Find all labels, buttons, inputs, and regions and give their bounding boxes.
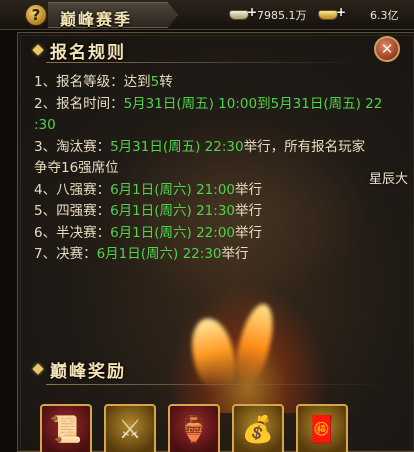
reward-item[interactable]: 📜: [40, 404, 92, 452]
page-title: 巅峰赛季: [60, 10, 133, 29]
rule-line: :30: [34, 115, 394, 137]
reward-item[interactable]: ⚔: [104, 404, 156, 452]
rule-line: 争夺16强席位: [34, 158, 394, 180]
close-icon: ✕: [380, 40, 394, 58]
rule-line: 3、淘汰赛：5月31日(周五) 22:30举行，所有报名玩家: [34, 137, 394, 159]
rule-highlight: 6月1日(周六) 21:00: [110, 181, 236, 198]
close-button[interactable]: ✕: [374, 36, 400, 62]
reward-items: 📜 ⚔ 🏺 💰 🧧: [40, 404, 348, 452]
rule-highlight: 6月1日(周六) 22:00: [110, 224, 236, 241]
gold-resource[interactable]: + 6.3亿: [316, 5, 399, 24]
rule-text: 争夺16强席位: [34, 160, 119, 176]
divider: [46, 384, 386, 385]
rule-text: 举行: [235, 224, 263, 241]
rule-text: 转: [159, 74, 173, 90]
treasure-chest-icon: 🏺: [177, 415, 211, 445]
help-button[interactable]: ?: [25, 4, 47, 26]
rule-text: 7、决赛：: [34, 246, 97, 262]
rule-text: 5、四强赛：: [34, 203, 111, 219]
rule-text: 1、报名等级：达到: [34, 74, 151, 90]
top-bar: ? 巅峰赛季 + 7985.1万 + 6.3亿: [0, 0, 414, 30]
rule-line: 6、半决赛：6月1日(周六) 22:00举行: [34, 223, 394, 245]
rule-highlight: 6月1日(周六) 21:30: [110, 203, 236, 219]
rule-text: 3、淘汰赛：: [34, 138, 111, 155]
rule-text: 4、八强赛：: [34, 181, 111, 198]
rule-highlight: :30: [34, 117, 56, 133]
scroll-icon: 📜: [49, 415, 83, 445]
rules-section-title: 报名规则: [50, 42, 126, 63]
rule-text: 2、报名时间：: [34, 95, 124, 112]
rule-text: 举行: [221, 246, 249, 262]
rule-highlight: 5: [150, 74, 160, 90]
talisman-icon: 🧧: [305, 415, 339, 445]
rule-text: 6、半决赛：: [34, 224, 111, 241]
reward-item[interactable]: 🧧: [296, 404, 348, 452]
diamond-icon: [32, 44, 44, 56]
rule-highlight: 6月1日(周六) 22:30: [96, 246, 222, 262]
rule-highlight: 5月31日(周五) 10:00到5月31日(周五) 22: [123, 95, 383, 112]
rule-line: 1、报名等级：达到5转: [34, 72, 394, 94]
rule-line: 2、报名时间：5月31日(周五) 10:00到5月31日(周五) 22: [34, 94, 394, 116]
money-bag-icon: 💰: [241, 415, 275, 445]
reward-item[interactable]: 💰: [232, 404, 284, 452]
rule-line: 4、八强赛：6月1日(周六) 21:00举行: [34, 180, 394, 202]
silver-value: 7985.1万: [257, 9, 307, 22]
gold-ingot-icon: +: [316, 5, 346, 23]
side-label: 星辰大: [369, 172, 409, 187]
help-icon: ?: [31, 6, 41, 24]
rule-line: 7、决赛：6月1日(周六) 22:30举行: [34, 244, 394, 266]
warrior-icon: ⚔: [118, 415, 142, 445]
rules-list: 1、报名等级：达到5转 2、报名时间：5月31日(周五) 10:00到5月31日(…: [34, 72, 394, 266]
reward-item[interactable]: 🏺: [168, 404, 220, 452]
silver-ingot-icon: +: [227, 5, 257, 23]
rewards-section-header: 巅峰奖励: [32, 356, 126, 382]
rule-line: 5、四强赛：6月1日(周六) 21:30举行: [34, 201, 394, 223]
rule-text: 举行: [235, 181, 263, 198]
divider: [46, 62, 366, 63]
silver-resource[interactable]: + 7985.1万: [227, 5, 307, 24]
rules-section-header: 报名规则: [32, 37, 126, 63]
rule-highlight: 5月31日(周五) 22:30: [110, 138, 244, 155]
diamond-icon: [32, 363, 44, 375]
gold-value: 6.3亿: [370, 9, 399, 22]
rule-text: 举行，所有报名玩家: [243, 138, 366, 155]
rule-text: 举行: [235, 203, 263, 219]
rewards-section-title: 巅峰奖励: [50, 361, 126, 382]
